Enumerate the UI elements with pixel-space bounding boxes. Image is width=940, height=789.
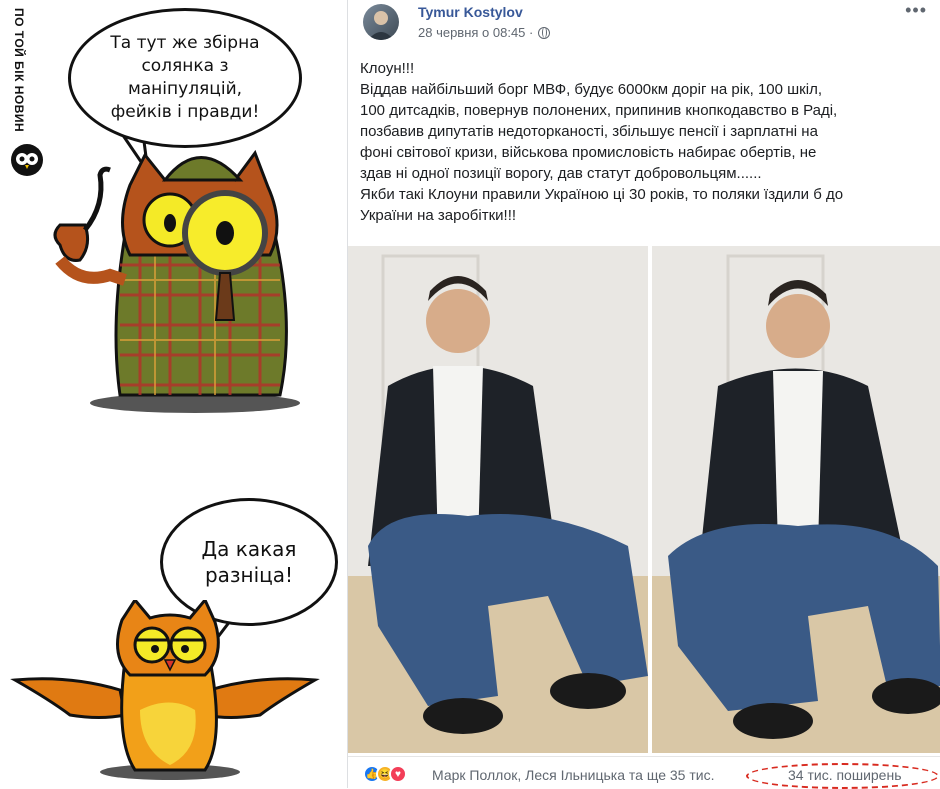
brand-name: ПО ТОЙ БІК НОВИН [12,8,26,133]
shrugging-owl-illustration [10,600,320,780]
reaction-icons[interactable]: 👍 😆 ♥ [363,765,407,783]
post-header: Tymur Kostylov 28 червня о 08:45 · ••• [348,0,940,48]
post-footer: 👍 😆 ♥ Марк Поллок, Леся Ільницька та ще … [348,756,940,789]
bubble-top-line-1: Та тут же збірна [110,33,260,53]
facebook-post: Tymur Kostylov 28 червня о 08:45 · ••• К… [347,0,940,789]
globe-icon [538,26,551,39]
detective-owl-illustration [53,149,300,413]
post-text-line: Клоун!!! [360,60,415,77]
shares-count[interactable]: 34 тис. поширень [788,767,902,783]
author-name-link[interactable]: Tymur Kostylov [418,4,523,20]
bubble-bottom-line-2: разніца! [204,563,294,587]
post-photo[interactable] [348,246,940,753]
post-text-line: фоні світової кризи, військова промислов… [360,144,817,161]
bubble-top-line-3: маніпуляцій, [127,79,243,99]
post-text-line: 100 дитсадків, повернув полонених, припи… [360,102,838,119]
author-avatar[interactable] [363,4,399,40]
post-text-line: Віддав найбільший борг МВФ, будує 6000км… [360,81,822,98]
love-icon: ♥ [389,765,407,783]
post-meta: 28 червня о 08:45 · [418,25,551,40]
post-text-line: здав ні одної позиції ворогу, дав статут… [360,165,762,182]
bubble-bottom-line-1: Да какая [201,537,297,561]
post-timestamp[interactable]: 28 червня о 08:45 · [418,25,533,40]
bubble-top-line-4: фейків і правди! [110,102,260,122]
post-text-line: України на заробітки!!! [360,207,517,224]
bubble-top-line-2: солянка з [141,56,229,76]
reaction-names[interactable]: Марк Поллок, Леся Ільницька та ще 35 тис… [432,767,714,783]
post-text-line: Якби такі Клоуни правили Україною ці 30 … [360,186,844,203]
post-text-line: позбавив дипутатів недоторканості, збіль… [360,123,818,140]
more-options-button[interactable]: ••• [905,0,927,21]
post-text: Клоун!!! Віддав найбільший борг МВФ, буд… [360,58,930,226]
speech-bubble-top: Та тут же збірна солянка з маніпуляцій, … [68,8,302,148]
